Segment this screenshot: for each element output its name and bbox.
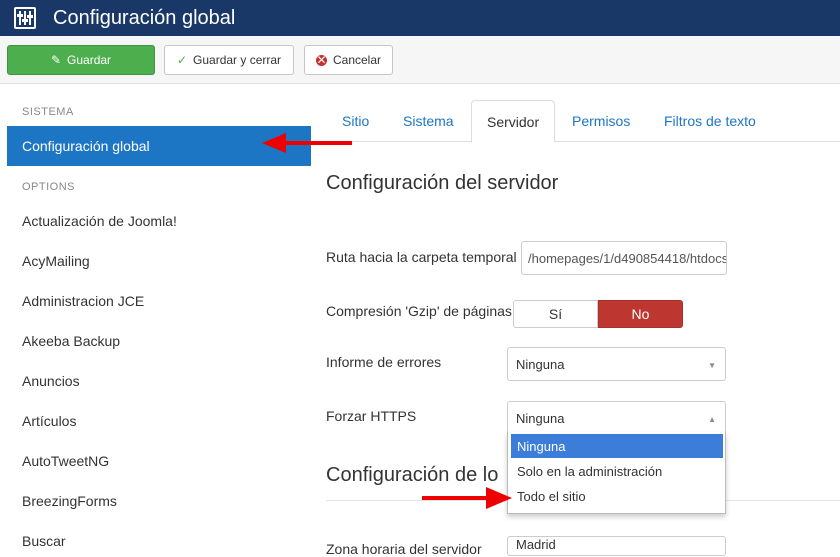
edit-icon: ✎: [50, 53, 62, 67]
header-bar: Configuración global: [0, 0, 840, 36]
save-close-button[interactable]: ✓ Guardar y cerrar: [164, 45, 294, 75]
temp-path-label: Ruta hacia la carpeta temporal: [326, 249, 517, 265]
sidebar-item[interactable]: Anuncios: [22, 373, 80, 389]
dropdown-option-todo-sitio[interactable]: Todo el sitio: [511, 484, 723, 508]
red-arrow-annotation: [262, 133, 352, 153]
sidebar-item[interactable]: Artículos: [22, 413, 76, 429]
gzip-toggle: Sí No: [513, 300, 683, 328]
sidebar-item[interactable]: Buscar: [22, 533, 66, 549]
toolbar: ✎ Guardar ✓ Guardar y cerrar ✕ Cancelar: [0, 36, 840, 84]
sidebar-section-sistema: SISTEMA: [22, 106, 74, 118]
sidebar-item[interactable]: Administracion JCE: [22, 293, 144, 309]
force-https-value: Ninguna: [516, 410, 565, 426]
force-https-dropdown: Ninguna Solo en la administración Todo e…: [507, 432, 726, 514]
timezone-select[interactable]: Madrid: [507, 536, 726, 556]
sidebar-item[interactable]: BreezingForms: [22, 493, 117, 509]
gzip-yes-button[interactable]: Sí: [513, 300, 598, 328]
error-reporting-label: Informe de errores: [326, 354, 442, 370]
cancel-icon: ✕: [315, 52, 327, 67]
sidebar-item[interactable]: AcyMailing: [22, 253, 90, 269]
timezone-label: Zona horaria del servidor: [326, 541, 482, 557]
tab-permisos[interactable]: Permisos: [572, 100, 630, 142]
sidebar-section-options: OPTIONS: [22, 181, 76, 193]
cancel-label: Cancelar: [332, 53, 382, 67]
force-https-select[interactable]: Ninguna ▲: [507, 401, 726, 435]
temp-path-input[interactable]: /homepages/1/d490854418/htdocs: [521, 241, 727, 275]
timezone-value: Madrid: [516, 537, 556, 552]
dropdown-option-ninguna[interactable]: Ninguna: [511, 434, 723, 458]
save-button[interactable]: ✎ Guardar: [7, 45, 155, 75]
gzip-no-button[interactable]: No: [598, 300, 683, 328]
sidebar-item[interactable]: Actualización de Joomla!: [22, 213, 177, 229]
dropdown-option-solo-admin[interactable]: Solo en la administración: [511, 459, 723, 483]
error-reporting-select[interactable]: Ninguna ▼: [507, 347, 726, 381]
sidebar-item[interactable]: Akeeba Backup: [22, 333, 120, 349]
caret-up-icon: ▲: [708, 415, 716, 424]
section-heading-servidor: Configuración del servidor: [326, 172, 559, 194]
sidebar-item[interactable]: AutoTweetNG: [22, 453, 109, 469]
force-https-label: Forzar HTTPS: [326, 408, 417, 424]
red-arrow-annotation: [422, 487, 512, 509]
page-title: Configuración global: [53, 6, 236, 29]
caret-down-icon: ▼: [708, 361, 716, 370]
cancel-button[interactable]: ✕ Cancelar: [304, 45, 393, 75]
save-label: Guardar: [67, 53, 112, 67]
tab-sistema[interactable]: Sistema: [403, 100, 454, 142]
check-icon: ✓: [176, 53, 188, 67]
sliders-icon: [14, 7, 36, 29]
tab-servidor[interactable]: Servidor: [471, 100, 556, 143]
save-close-label: Guardar y cerrar: [193, 53, 282, 67]
tab-bar: Sitio Sistema Servidor Permisos Filtros …: [311, 84, 840, 143]
section-heading-locale: Configuración de lo: [326, 464, 499, 486]
error-reporting-value: Ninguna: [516, 356, 565, 372]
gzip-label: Compresión 'Gzip' de páginas: [326, 303, 512, 319]
tab-filtros-de-texto[interactable]: Filtros de texto: [664, 100, 756, 142]
